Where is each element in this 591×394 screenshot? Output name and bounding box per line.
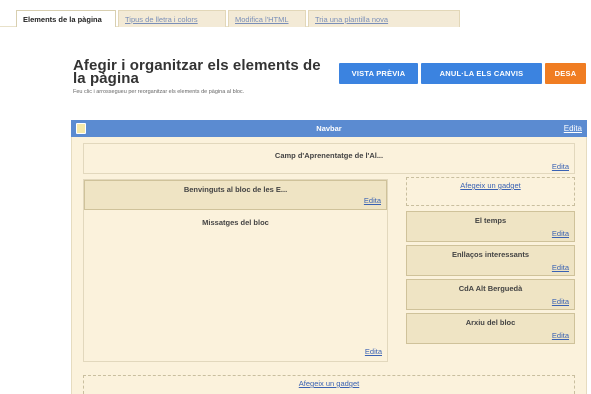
tab-fonts-colors[interactable]: Tipus de lletra i colors — [118, 10, 226, 27]
blog-posts-edit-link[interactable]: Edita — [365, 347, 382, 356]
sidebar-gadget-weather[interactable]: El temps Edita — [406, 211, 575, 242]
footer-add-gadget-link[interactable]: Afegeix un gadget — [299, 379, 359, 388]
save-button[interactable]: DESA — [545, 63, 586, 84]
page-title: Afegir i organitzar els elements de la p… — [73, 57, 321, 87]
sidebar-gadget-edit-link[interactable]: Edita — [552, 229, 569, 238]
sidebar-gadget-links[interactable]: Enllaços interessants Edita — [406, 245, 575, 276]
tab-choose-template[interactable]: Tria una plantilla nova — [308, 10, 460, 27]
sidebar-gadget-edit-link[interactable]: Edita — [552, 331, 569, 340]
blog-header-gadget[interactable]: Camp d'Aprenentatge de l'Al... Edita — [83, 143, 575, 174]
sidebar-gadget-title: Enllaços interessants — [451, 250, 530, 259]
tab-page-elements[interactable]: Elements de la pàgina — [16, 10, 116, 27]
sidebar-gadget-title: Arxiu del bloc — [465, 318, 516, 327]
tab-edit-html[interactable]: Modifica l'HTML — [228, 10, 306, 27]
sidebar-gadget-title: El temps — [474, 216, 507, 225]
navbar-label: Navbar — [316, 124, 342, 133]
sidebar-gadget-edit-link[interactable]: Edita — [552, 263, 569, 272]
welcome-gadget[interactable]: Benvinguts al bloc de les E... Edita — [84, 180, 387, 210]
sidebar-gadget-title: CdA Alt Berguedà — [458, 284, 523, 293]
sidebar-gadget-cda[interactable]: CdA Alt Berguedà Edita — [406, 279, 575, 310]
navbar-widget: Navbar Edita — [71, 120, 587, 137]
tab-bar: Elements de la pàgina Tipus de lletra i … — [0, 10, 460, 27]
navbar-edit-link[interactable]: Edita — [564, 120, 582, 137]
sidebar-add-gadget[interactable]: Afegeix un gadget — [406, 177, 575, 206]
blog-posts-title: Missatges del bloc — [202, 218, 269, 227]
page-instructions: Feu clic i arrossegueu per reorganitzar … — [73, 89, 245, 95]
revert-changes-button[interactable]: ANUL·LA ELS CANVIS — [421, 63, 542, 84]
blog-header-edit-link[interactable]: Edita — [552, 162, 569, 171]
welcome-gadget-edit-link[interactable]: Edita — [364, 196, 381, 205]
sidebar-gadget-archive[interactable]: Arxiu del bloc Edita — [406, 313, 575, 344]
preview-button[interactable]: VISTA PRÈVIA — [339, 63, 418, 84]
welcome-gadget-title: Benvinguts al bloc de les E... — [183, 185, 288, 194]
sidebar-gadget-edit-link[interactable]: Edita — [552, 297, 569, 306]
blog-header-title: Camp d'Aprenentatge de l'Al... — [274, 151, 384, 160]
sidebar-add-gadget-link[interactable]: Afegeix un gadget — [460, 181, 520, 190]
footer-add-gadget[interactable]: Afegeix un gadget — [83, 375, 575, 394]
